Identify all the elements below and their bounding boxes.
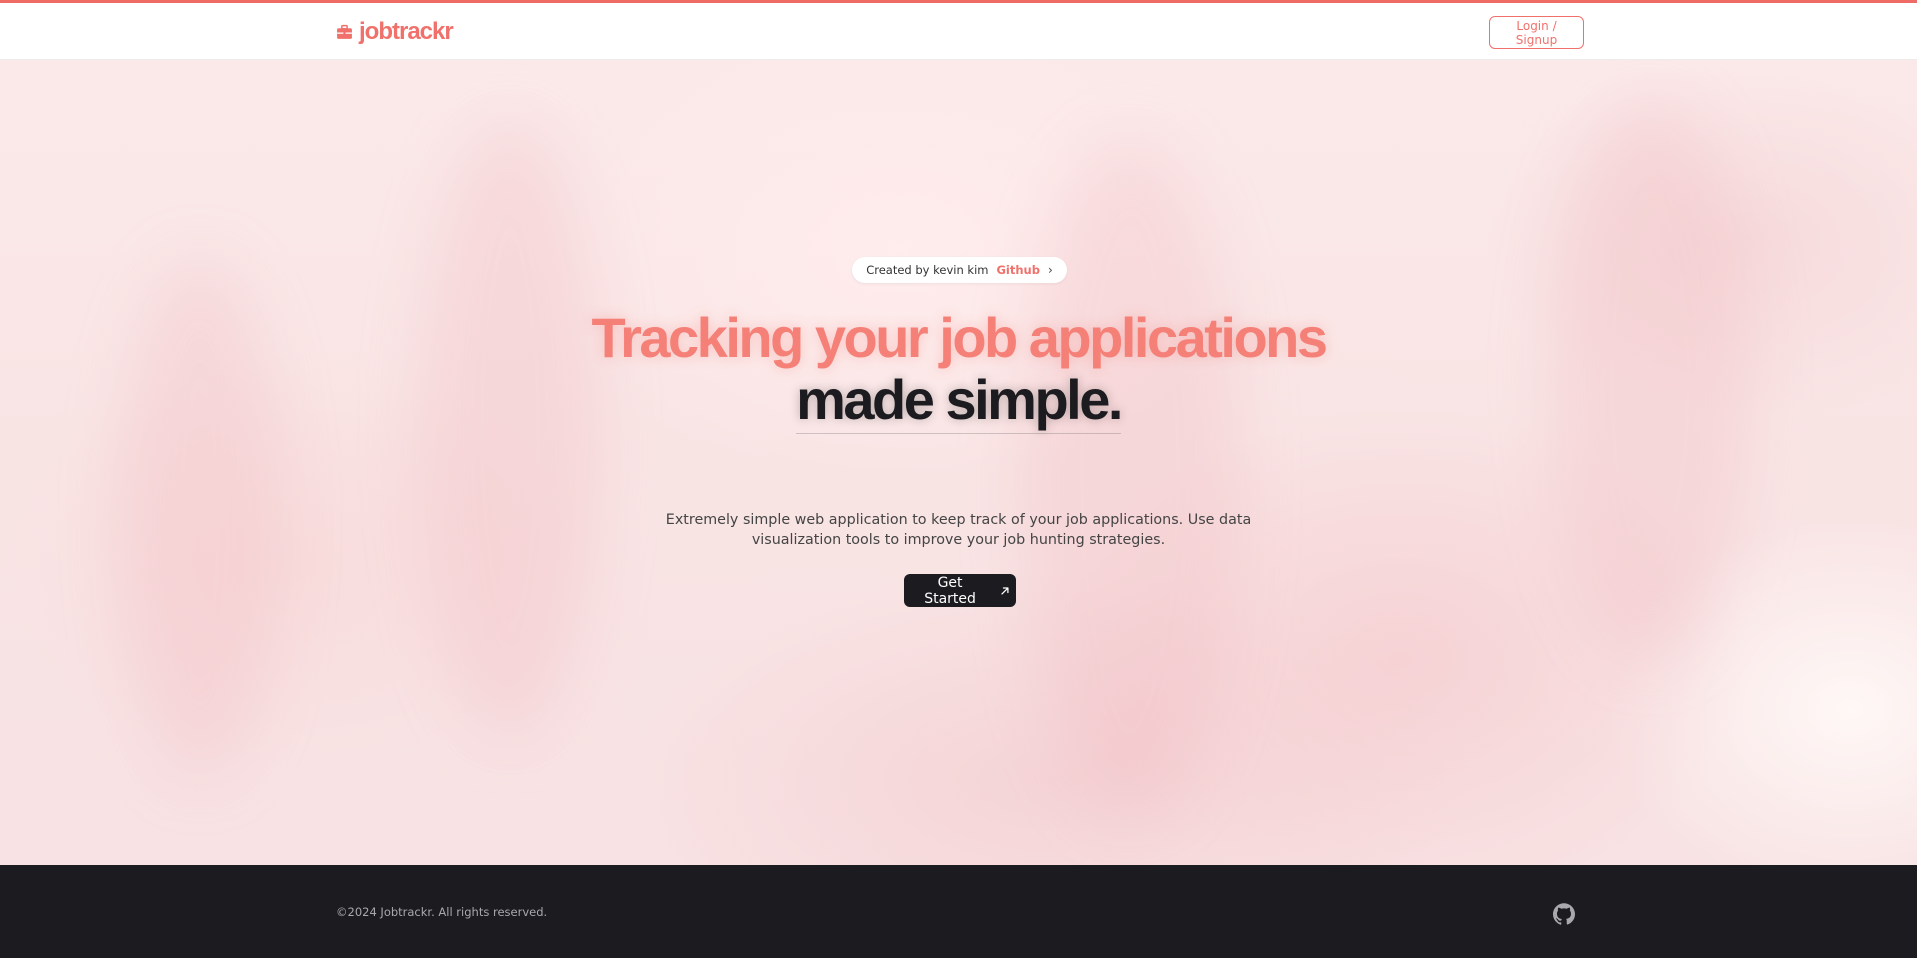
github-icon[interactable] (1553, 903, 1575, 925)
creator-badge: Created by kevin kim Github › (852, 257, 1067, 283)
footer: ©2024 Jobtrackr. All rights reserved. (0, 865, 1917, 958)
hero-subtitle: Extremely simple web application to keep… (665, 512, 1252, 548)
navbar: jobtrackr Login / Signup (0, 3, 1917, 60)
headline-secondary-text: made simple. (796, 368, 1123, 434)
chevron-right-icon[interactable]: › (1048, 263, 1053, 277)
brand-logo[interactable]: jobtrackr (336, 18, 454, 46)
get-started-label: Get Started (924, 574, 976, 607)
headline-secondary: made simple. (0, 367, 1917, 434)
footer-copyright: ©2024 Jobtrackr. All rights reserved. (336, 905, 548, 919)
hero-section (0, 60, 1917, 865)
get-started-button[interactable]: Get Started (904, 574, 1016, 607)
github-link[interactable]: Github (996, 263, 1039, 277)
creator-text: Created by kevin kim (866, 263, 989, 277)
brand-name: jobtrackr (359, 18, 454, 45)
background-blur (1020, 140, 1240, 820)
headline-primary: Tracking your job applications (591, 306, 1328, 369)
login-signup-button[interactable]: Login / Signup (1489, 16, 1584, 49)
arrow-up-right-icon (1001, 586, 1009, 595)
briefcase-icon (337, 24, 352, 39)
